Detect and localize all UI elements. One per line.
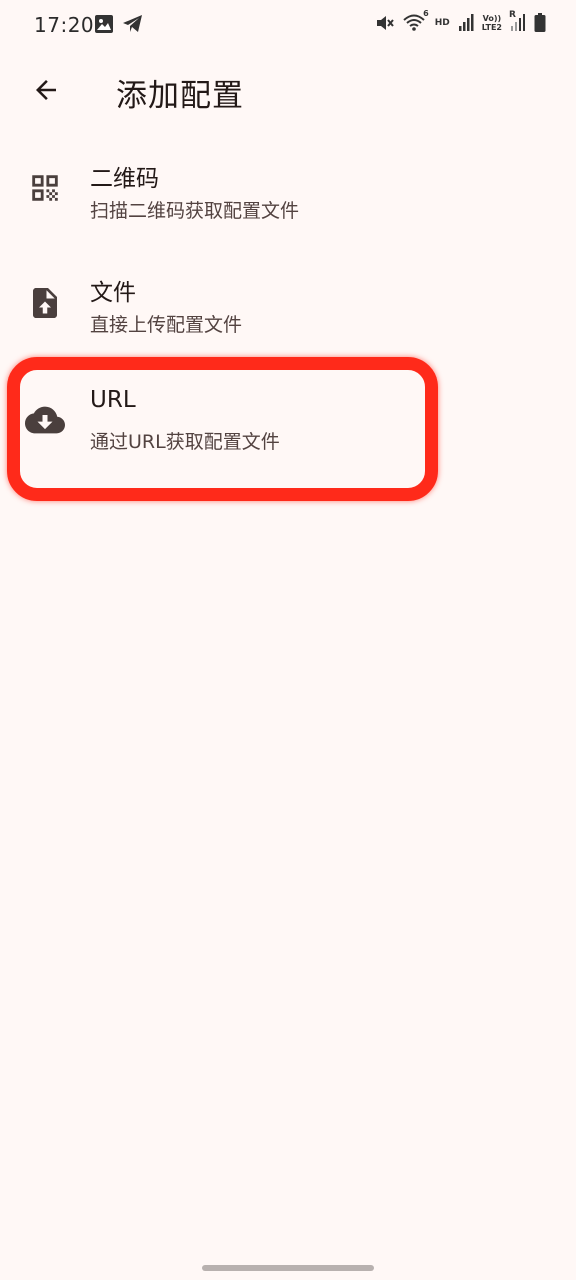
volte-indicator: Vo)) LTE2 [482, 14, 502, 32]
list-item-url[interactable]: URL 通过URL获取配置文件 [0, 359, 576, 473]
wifi-icon [403, 14, 425, 31]
item-subtitle: 扫描二维码获取配置文件 [90, 200, 300, 222]
status-notification-icons [94, 14, 144, 34]
item-subtitle: 直接上传配置文件 [90, 314, 243, 336]
qr-code-icon-wrapper [24, 167, 66, 209]
file-upload-icon [33, 288, 57, 318]
arrow-back-icon [36, 80, 56, 100]
page-title: 添加配置 [116, 78, 244, 114]
battery-icon [534, 13, 546, 32]
qr-code-icon [32, 175, 58, 201]
top-app-bar: 添加配置 [0, 52, 576, 128]
hd-indicator: HD [434, 18, 450, 28]
signal-icon [458, 14, 474, 31]
cloud-download-icon-wrapper [24, 399, 66, 441]
list-item-qr-code[interactable]: 二维码 扫描二维码获取配置文件 [0, 131, 576, 245]
item-title: 二维码 [90, 166, 159, 192]
volte-label: Vo)) [482, 14, 502, 23]
mute-icon [376, 16, 394, 30]
wifi-badge: 6 [423, 9, 429, 18]
signal-2-status: R [509, 10, 526, 32]
gesture-navigation-bar[interactable] [202, 1265, 374, 1271]
status-bar: 17:20 6 HD Vo)) LTE2 R [0, 0, 576, 52]
list-item-file[interactable]: 文件 直接上传配置文件 [0, 245, 576, 359]
status-time: 17:20 [34, 13, 95, 37]
file-upload-icon-wrapper [24, 282, 66, 324]
cloud-download-icon [25, 406, 65, 434]
item-title: 文件 [90, 280, 136, 306]
telegram-icon [123, 15, 142, 32]
roaming-indicator: R [509, 10, 516, 20]
item-subtitle: 通过URL获取配置文件 [90, 431, 280, 453]
item-title: URL [90, 387, 136, 413]
back-button[interactable] [18, 62, 74, 118]
status-system-icons: 6 HD Vo)) LTE2 R [375, 9, 546, 33]
gallery-icon [95, 15, 113, 33]
lte-label: LTE2 [481, 23, 502, 32]
wifi-status: 6 [403, 9, 429, 33]
